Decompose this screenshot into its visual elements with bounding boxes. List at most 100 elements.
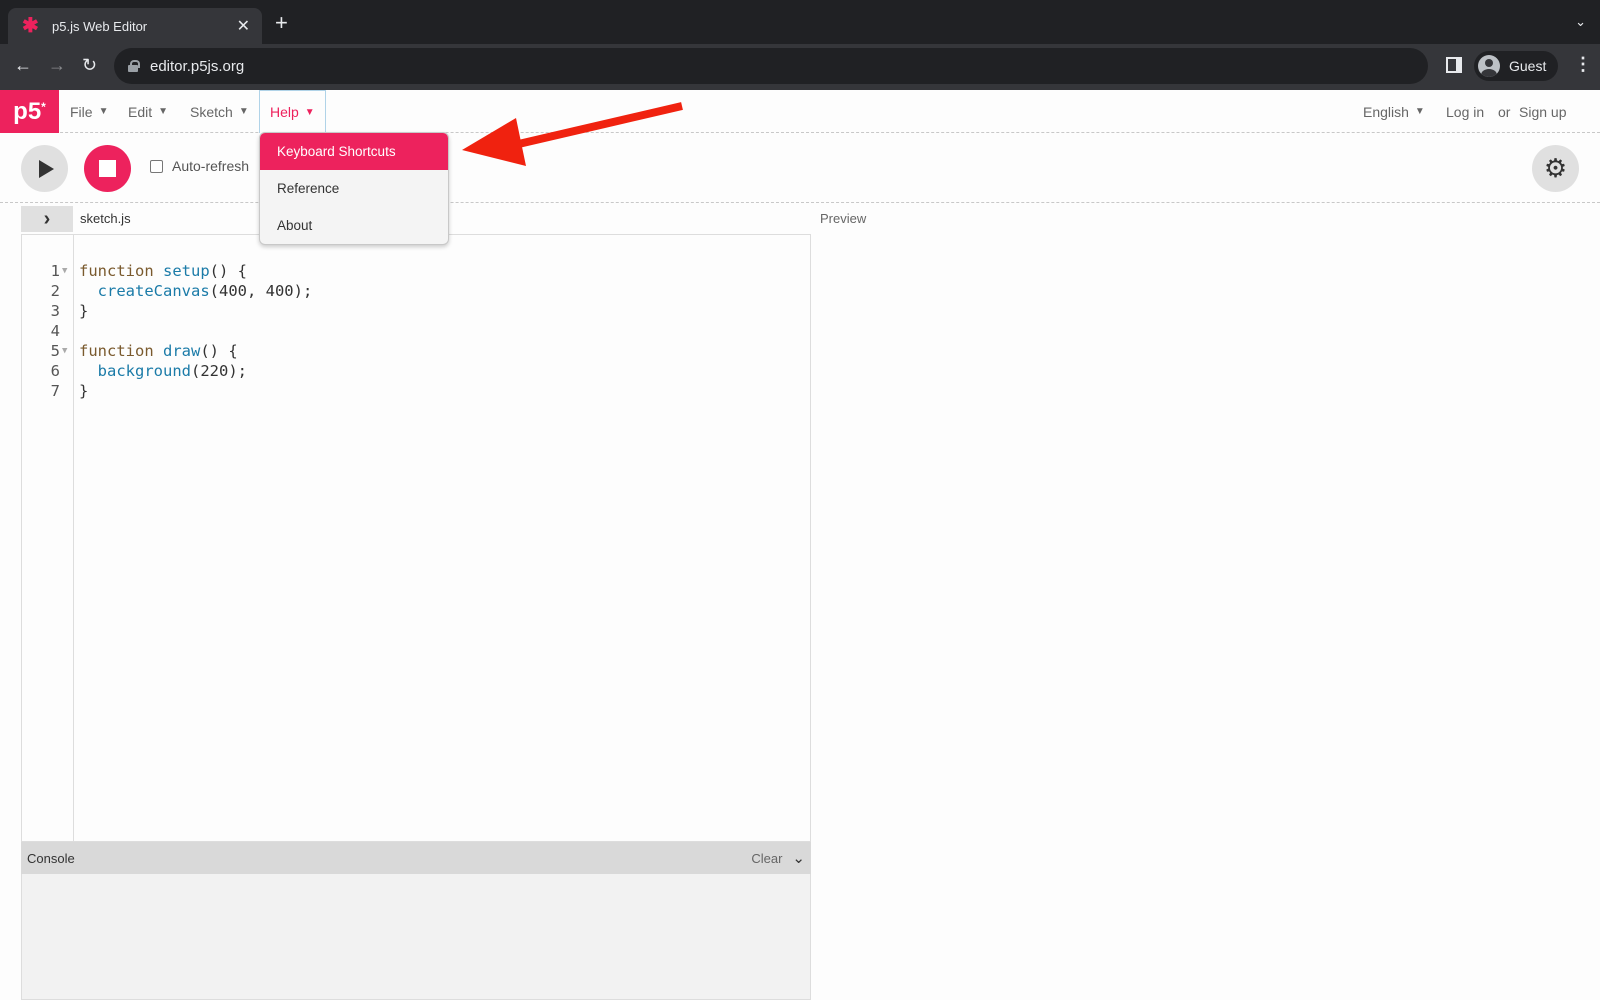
back-button[interactable]: ← [14,56,32,74]
browser-tab[interactable]: ✱ p5.js Web Editor ✕ [8,8,262,44]
code-line[interactable]: 6 background(220); [22,361,810,381]
url-text: editor.p5js.org [150,57,245,75]
code-token: (400, 400); [209,282,313,300]
fold-arrow-icon[interactable]: ▼ [62,261,67,281]
help-dropdown: Keyboard Shortcuts Reference About [259,132,449,245]
code-text: function draw() { [79,341,238,361]
tab-title: p5.js Web Editor [52,18,148,34]
function-name: draw [163,342,201,360]
or-text: or [1498,103,1511,120]
menu-file[interactable]: File ▼ [70,90,108,133]
address-bar[interactable]: editor.p5js.org [114,48,1428,84]
lock-icon [128,60,140,72]
caret-down-icon: ▼ [158,106,169,117]
menu-sketch[interactable]: Sketch ▼ [190,90,249,133]
dropdown-item-reference[interactable]: Reference [260,170,448,207]
caret-down-icon: ▼ [98,106,109,117]
chevron-right-icon: › [43,207,51,230]
code-line[interactable]: 3} [22,301,810,321]
forward-button[interactable]: → [48,56,66,74]
stop-button[interactable] [84,145,131,192]
code-text: } [79,381,88,401]
line-number: 4 [50,322,60,340]
dropdown-item-keyboard-shortcuts[interactable]: Keyboard Shortcuts [260,133,448,170]
browser-tab-bar: ✱ p5.js Web Editor ✕ + ⌄ [0,0,1600,44]
console-clear-button[interactable]: Clear [751,851,782,866]
profile-label: Guest [1509,58,1547,74]
browser-toolbar: ← → ↻ editor.p5js.org Guest ⋮ [0,44,1600,90]
profile-button[interactable]: Guest [1474,51,1558,81]
language-label: English [1363,103,1409,120]
code-token: } [79,302,89,320]
logo-mark: * [41,99,46,114]
code-line[interactable]: 2 createCanvas(400, 400); [22,281,810,301]
file-name: sketch.js [80,211,131,226]
code-token: } [79,382,89,400]
browser-menu-icon[interactable]: ⋮ [1574,55,1592,73]
language-selector[interactable]: English ▼ [1363,90,1425,133]
console-title: Console [27,850,75,866]
code-text: function setup() { [79,261,247,281]
avatar-icon [1478,55,1500,77]
gear-icon: ⚙ [1543,153,1568,183]
code-line[interactable]: 5 ▼ function draw() { [22,341,810,361]
reload-button[interactable]: ↻ [82,56,97,74]
tab-list-chevron-icon[interactable]: ⌄ [1575,14,1586,30]
caret-down-icon: ▼ [304,106,315,118]
auto-refresh[interactable]: Auto-refresh [150,158,249,174]
auto-refresh-checkbox[interactable] [150,159,163,173]
line-number: 6 [50,362,60,380]
line-number: 3 [50,302,60,320]
logo-text: p5 [13,97,42,125]
code-token: (220); [191,362,247,380]
settings-button[interactable]: ⚙ [1532,145,1579,192]
function-name: background [97,362,191,380]
dropdown-item-about[interactable]: About [260,207,448,244]
menu-label: Sketch [190,103,233,120]
caret-down-icon: ▼ [1414,106,1425,117]
line-number: 1 [50,262,60,280]
function-name: createCanvas [97,282,210,300]
console-header: Console Clear ⌄ [21,842,811,874]
menu-label: File [70,103,93,120]
signup-link[interactable]: Sign up [1519,90,1566,133]
code-lines: 1 ▼ function setup() {2 createCanvas(400, … [22,261,810,401]
code-line[interactable]: 1 ▼ function setup() { [22,261,810,281]
app-nav: p5 * File ▼ Edit ▼ Sketch ▼ Help ▼ English ▼ L… [0,90,1600,133]
code-text: background(220); [79,361,247,381]
line-number: 7 [50,382,60,400]
menu-edit[interactable]: Edit ▼ [128,90,168,133]
sidebar-toggle-button[interactable]: › [21,206,73,232]
fold-arrow-icon[interactable]: ▼ [62,341,67,361]
chevron-down-icon[interactable]: ⌄ [792,849,805,867]
code-editor[interactable]: 1 ▼ function setup() {2 createCanvas(400, … [21,234,811,842]
menu-help[interactable]: Help ▼ [259,90,326,133]
line-number: 2 [50,282,60,300]
menu-label: Help [270,104,299,120]
code-line[interactable]: 7} [22,381,810,401]
line-number: 5 [50,342,60,360]
new-tab-button[interactable]: + [275,12,288,34]
annotation-arrow-icon [462,102,683,166]
arrow-head [462,118,526,166]
keyword: function [79,342,163,360]
side-panel-icon[interactable] [1446,57,1462,73]
p5-logo[interactable]: p5 * [0,90,59,133]
play-button[interactable] [21,145,68,192]
code-token: () { [209,262,247,280]
caret-down-icon: ▼ [238,106,249,117]
login-link[interactable]: Log in [1446,90,1484,133]
code-line[interactable]: 4 [22,321,810,341]
menu-label: Edit [128,103,153,120]
preview-label: Preview [820,211,867,226]
keyword: function [79,262,163,280]
code-token: () { [200,342,238,360]
tab-close-icon[interactable]: ✕ [237,16,250,36]
console-output [21,874,811,1000]
auto-refresh-label: Auto-refresh [172,158,250,174]
code-text: createCanvas(400, 400); [79,281,313,301]
function-name: setup [163,262,210,280]
arrow-shaft [509,102,683,150]
